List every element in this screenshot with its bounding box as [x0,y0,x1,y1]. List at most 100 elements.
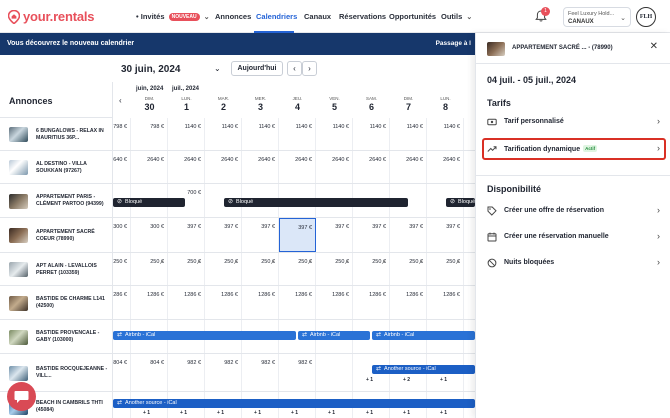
more-reservations-count[interactable]: + 1 [143,410,150,416]
price-cell[interactable]: 250 € ↗ [131,253,168,285]
prev-period-button[interactable]: ‹ [287,61,302,76]
price-cell[interactable]: 1286 € [168,286,205,319]
listing-cell[interactable]: AL DESTINO - VILLA SOUKKAN (97267) [0,151,113,183]
price-cell[interactable]: 2640 € [205,151,242,183]
price-cell[interactable]: 397 € [205,218,242,252]
banner-switch-link[interactable]: Passage à l [436,40,471,47]
price-cell[interactable]: 1286 € [427,286,464,319]
listing-cell[interactable]: APPARTEMENT SACRÉ COEUR (78990) [0,218,113,252]
more-reservations-count[interactable]: + 1 [254,410,261,416]
price-cell[interactable]: 300 € [131,218,168,252]
dynamic-pricing-item[interactable]: Tarification dynamique Actif › [487,142,660,156]
price-cell[interactable]: 1286 € [390,286,427,319]
close-icon[interactable]: ✕ [650,41,658,52]
more-reservations-count[interactable]: + 1 [291,410,298,416]
price-cell[interactable]: 982 € [279,354,316,391]
more-reservations-count[interactable]: + 1 [217,410,224,416]
price-cell[interactable]: 397 € [427,218,464,252]
price-cell[interactable]: 804 € [131,354,168,391]
nav-outils[interactable]: Outils ⌄ [441,12,472,21]
listing-cell[interactable]: Apt Alain - Levallois Perret (103359) [0,253,113,285]
more-reservations-count[interactable]: + 1 [403,410,410,416]
more-reservations-count[interactable]: + 2 [403,377,410,383]
nav-canaux[interactable]: Canaux [304,12,331,21]
booking-offer-item[interactable]: Créer une offre de réservation › [487,204,660,218]
price-cell[interactable]: 250 € ↗ [205,253,242,285]
blocked-bar[interactable]: ⊘ Bloqué [446,198,475,207]
nav-invites[interactable]: • Invités NOUVEAU ⌄ [136,12,210,21]
price-cell[interactable]: 1140 € [427,118,464,150]
price-cell[interactable]: 1140 € [390,118,427,150]
price-cell[interactable]: 1140 € [205,118,242,150]
reservation-bar[interactable]: ⇄ Airbnb - iCal [298,331,370,340]
chat-launcher-button[interactable] [7,382,36,411]
price-cell[interactable]: 250 € ↗ [168,253,205,285]
price-cell[interactable]: 1140 € [279,118,316,150]
price-cell[interactable]: 1140 € [168,118,205,150]
blocked-bar[interactable]: ⊘ Bloqué [224,198,408,207]
price-cell[interactable]: 2640 € [353,151,390,183]
listing-cell[interactable]: Appartement Paris - Clément Partoo (9439… [0,184,113,217]
date-picker-chevron-icon[interactable]: ⌄ [214,64,221,73]
nav-reservations[interactable]: Réservations [339,12,386,21]
blocked-nights-item[interactable]: Nuits bloquées › [487,256,660,270]
price-cell[interactable]: 397 € [242,218,279,252]
logo[interactable]: your.rentals [8,9,94,24]
price-cell[interactable]: 1286 € [205,286,242,319]
reservation-bar[interactable]: ⇄ Airbnb - iCal [372,331,475,340]
price-cell[interactable]: 250 € ↗ [353,253,390,285]
avatar[interactable]: FLH [636,7,656,27]
price-cell[interactable]: 1286 € [353,286,390,319]
more-reservations-count[interactable]: + 1 [440,410,447,416]
price-cell[interactable]: 250 € ↗ [390,253,427,285]
price-cell[interactable]: 2640 € [131,151,168,183]
price-cell[interactable]: 1286 € [316,286,353,319]
more-reservations-count[interactable]: + 1 [366,410,373,416]
price-cell[interactable]: 250 € ↗ [316,253,353,285]
manual-booking-item[interactable]: Créer une réservation manuelle › [487,230,660,244]
price-cell[interactable]: 982 € [205,354,242,391]
listing-cell[interactable]: BASTIDE DE CHARME L141 (42500) [0,286,113,319]
nav-annonces[interactable]: Annonces [215,12,251,21]
price-cell[interactable]: 397 € [316,218,353,252]
price-cell[interactable]: 2640 € [279,151,316,183]
more-reservations-count[interactable]: + 1 [180,410,187,416]
price-cell[interactable]: 2640 € [390,151,427,183]
price-cell[interactable]: 1140 € [353,118,390,150]
price-cell[interactable] [316,354,353,391]
price-cell[interactable]: 1140 € [316,118,353,150]
price-cell[interactable]: 2640 € [316,151,353,183]
next-period-button[interactable]: › [302,61,317,76]
price-cell[interactable]: 982 € [242,354,279,391]
price-cell[interactable]: 397 € [279,218,316,252]
nav-opportunites[interactable]: Opportunités [389,12,436,21]
nav-calendriers[interactable]: Calendriers [256,12,297,21]
price-cell[interactable]: 2640 € [168,151,205,183]
price-cell[interactable]: 1140 € [242,118,279,150]
reservation-bar[interactable]: ⇄ Another source - iCal [372,365,475,374]
price-cell[interactable]: 250 € ↗ [279,253,316,285]
custom-rate-item[interactable]: Tarif personnalisé › [487,115,660,129]
reservation-bar[interactable]: ⇄ Airbnb - iCal [113,331,296,340]
price-cell[interactable]: 1286 € [131,286,168,319]
scroll-left-icon[interactable]: ‹ [119,96,122,105]
price-cell[interactable]: 250 € ↗ [427,253,464,285]
price-cell[interactable]: 250 € ↗ [242,253,279,285]
more-reservations-count[interactable]: + 1 [440,377,447,383]
price-cell[interactable]: 2640 € [242,151,279,183]
price-cell[interactable]: 798 € [131,118,168,150]
more-reservations-count[interactable]: + 1 [366,377,373,383]
price-cell[interactable]: 2640 € [427,151,464,183]
blocked-bar[interactable]: ⊘ Bloqué [113,198,185,207]
price-cell[interactable]: 1286 € [242,286,279,319]
price-cell[interactable]: 982 € [168,354,205,391]
listing-cell[interactable]: BASTIDE PROVENCALE - GABY (103000) [0,320,113,353]
price-cell[interactable]: 397 € [168,218,205,252]
account-switcher[interactable]: Feel Luxury Hold... CANAUX ⌄ [563,7,631,27]
today-button[interactable]: Aujourd'hui [231,61,283,76]
more-reservations-count[interactable]: + 1 [328,410,335,416]
price-cell[interactable]: 1286 € [279,286,316,319]
price-cell[interactable]: 397 € [353,218,390,252]
listing-cell[interactable]: 6 BUNGALOWS - RELAX IN MAURITIUS 36P... [0,118,113,150]
price-cell[interactable]: 397 € [390,218,427,252]
